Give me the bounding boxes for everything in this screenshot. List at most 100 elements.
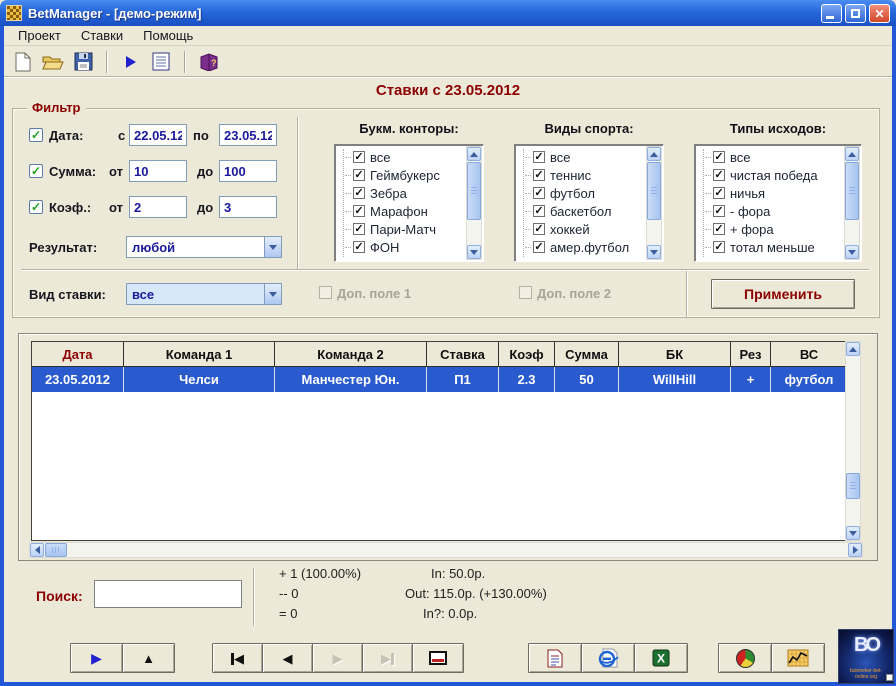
column-header-team1[interactable]: Команда 1 — [124, 342, 275, 367]
coef-to-input[interactable] — [219, 196, 277, 218]
sum-to-input[interactable] — [219, 160, 277, 182]
list-item[interactable]: ✓ все — [519, 148, 663, 166]
date-to-prefix: по — [193, 128, 209, 143]
list-item[interactable]: ✓ теннис — [519, 166, 663, 184]
list-item[interactable]: ✓ + фора — [699, 220, 861, 238]
checkbox-checked-icon[interactable]: ✓ — [713, 241, 725, 253]
bet-kind-dropdown-button[interactable] — [264, 284, 281, 304]
checkbox-checked-icon[interactable]: ✓ — [713, 151, 725, 163]
export-excel-button[interactable]: X — [634, 643, 688, 673]
checkbox-checked-icon[interactable]: ✓ — [713, 187, 725, 199]
apply-button[interactable]: Применить — [711, 279, 855, 309]
run-icon[interactable] — [120, 51, 142, 73]
coef-filter-checkbox[interactable]: ✓ — [29, 200, 43, 214]
run-button[interactable]: ▶ — [70, 643, 123, 673]
scroll-thumb[interactable] — [846, 473, 860, 499]
checkbox-checked-icon[interactable]: ✓ — [533, 151, 545, 163]
column-header-result[interactable]: Рез — [731, 342, 771, 367]
list-item[interactable]: ✓ амер.футбол — [519, 238, 663, 256]
checkbox-checked-icon[interactable]: ✓ — [353, 223, 365, 235]
date-filter-checkbox[interactable]: ✓ — [29, 128, 43, 142]
menu-bets[interactable]: Ставки — [73, 27, 131, 44]
list-item[interactable]: ✓ хоккей — [519, 220, 663, 238]
scroll-down-button[interactable] — [845, 245, 859, 259]
column-header-sport[interactable]: ВС — [771, 342, 846, 367]
save-icon[interactable] — [72, 51, 94, 73]
list-item[interactable]: ✓ все — [339, 148, 483, 166]
scroll-thumb[interactable] — [647, 162, 661, 220]
list-item[interactable]: ✓ ничья — [699, 184, 861, 202]
scroll-left-button[interactable] — [30, 543, 44, 557]
scroll-right-button[interactable] — [848, 543, 862, 557]
checkbox-checked-icon[interactable]: ✓ — [713, 223, 725, 235]
result-dropdown-button[interactable] — [264, 237, 281, 257]
list-item[interactable]: ✓ баскетбол — [519, 202, 663, 220]
checkbox-checked-icon[interactable]: ✓ — [533, 223, 545, 235]
scroll-up-button[interactable] — [845, 147, 859, 161]
scroll-down-button[interactable] — [647, 245, 661, 259]
minimize-button[interactable] — [821, 3, 842, 23]
list-item[interactable]: ✓ чистая победа — [699, 166, 861, 184]
first-record-button[interactable]: ◀ — [212, 643, 263, 673]
search-input[interactable] — [94, 580, 242, 608]
list-item[interactable]: ✓ - фора — [699, 202, 861, 220]
checkbox-checked-icon[interactable]: ✓ — [533, 187, 545, 199]
report-icon[interactable] — [150, 51, 172, 73]
result-combobox[interactable]: любой — [126, 236, 282, 258]
scroll-thumb[interactable] — [45, 543, 67, 557]
sum-filter-checkbox[interactable]: ✓ — [29, 164, 43, 178]
table-row[interactable]: 23.05.2012 Челси Манчестер Юн. П1 2.3 50… — [32, 367, 846, 392]
eject-button[interactable]: ▲ — [122, 643, 175, 673]
column-header-team2[interactable]: Команда 2 — [275, 342, 427, 367]
date-from-input[interactable] — [129, 124, 187, 146]
scroll-up-button[interactable] — [647, 147, 661, 161]
previous-record-button[interactable]: ◀ — [262, 643, 313, 673]
export-html-button[interactable] — [581, 643, 635, 673]
resize-grip[interactable] — [886, 674, 893, 681]
open-file-icon[interactable] — [42, 51, 64, 73]
menu-help[interactable]: Помощь — [135, 27, 201, 44]
checkbox-checked-icon[interactable]: ✓ — [353, 151, 365, 163]
list-item[interactable]: ✓ Зебра — [339, 184, 483, 202]
column-header-bet[interactable]: Ставка — [427, 342, 499, 367]
column-header-bookmaker[interactable]: БК — [619, 342, 731, 367]
list-item[interactable]: ✓ ФОН — [339, 238, 483, 256]
column-header-sum[interactable]: Сумма — [555, 342, 619, 367]
list-item[interactable]: ✓ футбол — [519, 184, 663, 202]
pie-chart-button[interactable] — [718, 643, 772, 673]
list-item[interactable]: ✓ Пари-Матч — [339, 220, 483, 238]
scroll-down-button[interactable] — [846, 526, 860, 540]
coef-from-input[interactable] — [129, 196, 187, 218]
scroll-thumb[interactable] — [845, 162, 859, 220]
scroll-up-button[interactable] — [846, 342, 860, 356]
bet-kind-combobox[interactable]: все — [126, 283, 282, 305]
column-header-date[interactable]: Дата — [32, 342, 124, 367]
checkbox-checked-icon[interactable]: ✓ — [533, 205, 545, 217]
list-item[interactable]: ✓ все — [699, 148, 861, 166]
list-item[interactable]: ✓ Геймбукерс — [339, 166, 483, 184]
date-to-input[interactable] — [219, 124, 277, 146]
scroll-down-button[interactable] — [467, 245, 481, 259]
checkbox-checked-icon[interactable]: ✓ — [533, 241, 545, 253]
checkbox-checked-icon[interactable]: ✓ — [353, 187, 365, 199]
line-chart-button[interactable] — [771, 643, 825, 673]
checkbox-checked-icon[interactable]: ✓ — [353, 205, 365, 217]
column-header-coef[interactable]: Коэф — [499, 342, 555, 367]
checkbox-checked-icon[interactable]: ✓ — [353, 241, 365, 253]
new-file-icon[interactable] — [12, 51, 34, 73]
edit-window-button[interactable] — [412, 643, 464, 673]
list-item[interactable]: ✓ Марафон — [339, 202, 483, 220]
print-report-button[interactable] — [528, 643, 582, 673]
help-book-icon[interactable]: ? — [198, 51, 220, 73]
checkbox-checked-icon[interactable]: ✓ — [713, 205, 725, 217]
maximize-button[interactable] — [845, 3, 866, 23]
checkbox-checked-icon[interactable]: ✓ — [713, 169, 725, 181]
scroll-up-button[interactable] — [467, 147, 481, 161]
checkbox-checked-icon[interactable]: ✓ — [353, 169, 365, 181]
sum-from-input[interactable] — [129, 160, 187, 182]
scroll-thumb[interactable] — [467, 162, 481, 220]
checkbox-checked-icon[interactable]: ✓ — [533, 169, 545, 181]
close-button[interactable]: ✕ — [869, 3, 890, 23]
list-item[interactable]: ✓ тотал меньше — [699, 238, 861, 256]
menu-project[interactable]: Проект — [10, 27, 69, 44]
